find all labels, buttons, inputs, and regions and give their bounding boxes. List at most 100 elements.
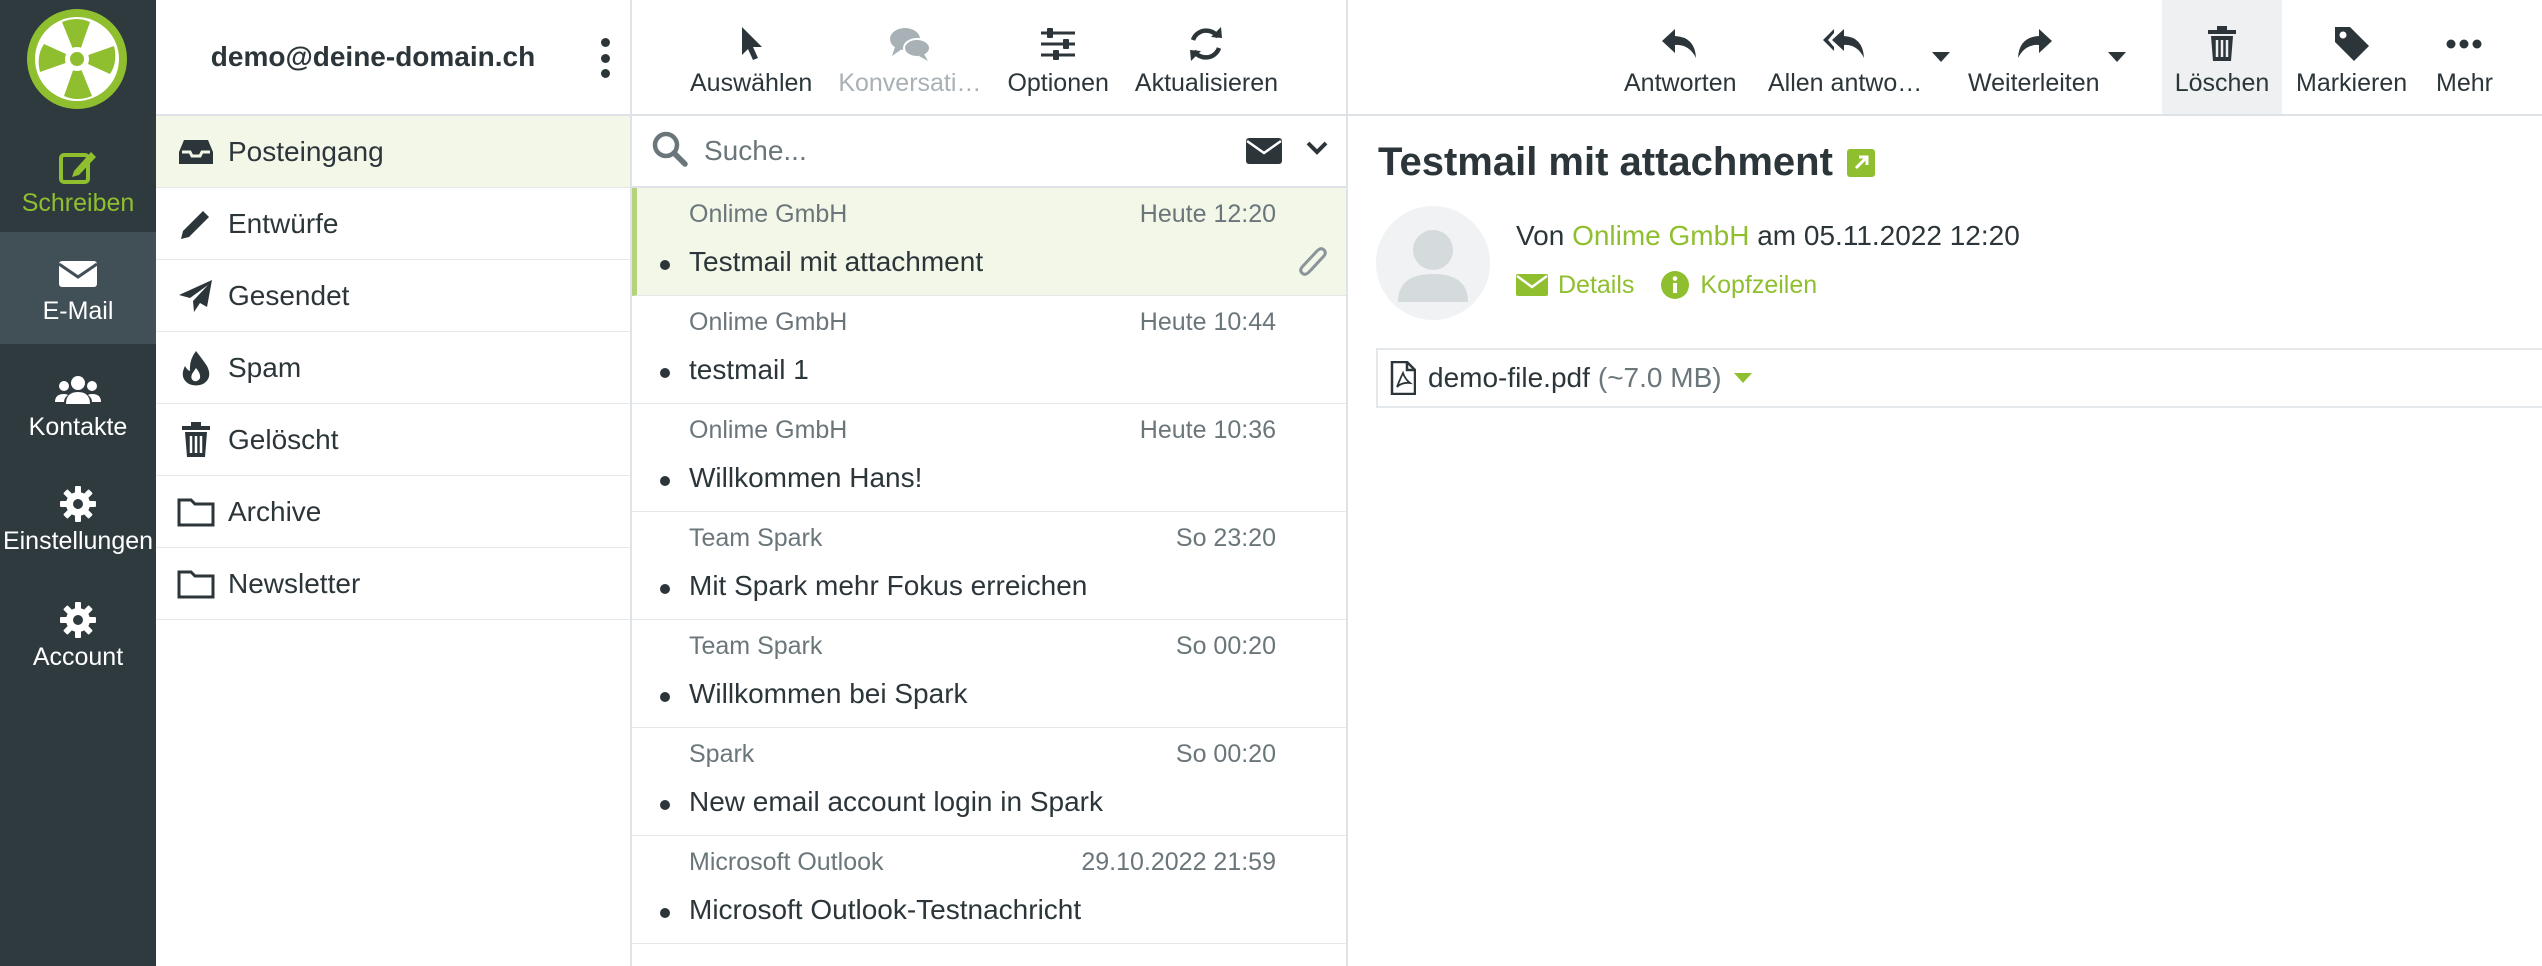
message-subject: Willkommen Hans!: [689, 462, 923, 493]
headers-link[interactable]: Kopfzeilen: [1660, 270, 1817, 300]
message-sender: Onlime GmbH: [689, 308, 848, 336]
external-link-icon[interactable]: [1846, 148, 1875, 177]
folder-newsletter[interactable]: Newsletter: [156, 548, 630, 620]
nav-settings[interactable]: Einstellungen: [0, 462, 156, 574]
message-row[interactable]: Team Spark So 23:20 Mit Spark mehr Fokus…: [632, 512, 1346, 620]
folder-label: Newsletter: [228, 567, 361, 599]
reply-all-button[interactable]: Allen antwo…: [1768, 0, 1922, 114]
attachment-dropdown-icon[interactable]: [1733, 373, 1752, 383]
users-icon: [55, 367, 101, 413]
folder-drafts[interactable]: Entwürfe: [156, 188, 630, 260]
message-row[interactable]: Spark So 00:20 New email account login i…: [632, 728, 1346, 836]
envelope-icon: [1516, 274, 1548, 296]
message-subject: testmail 1: [689, 354, 809, 385]
message-row[interactable]: Onlime GmbH Heute 12:20 Testmail mit att…: [632, 188, 1346, 296]
attachment-name: demo-file.pdf: [1428, 362, 1590, 393]
nav-label-account: Account: [32, 642, 124, 671]
list-toolbar: Auswählen Konversati… Optionen Aktualisi…: [632, 0, 1346, 116]
account-email: demo@deine-domain.ch: [210, 41, 536, 72]
info-icon: [1660, 270, 1690, 300]
folder-inbox[interactable]: Posteingang: [156, 116, 630, 188]
search-icon[interactable]: [652, 131, 688, 172]
message-subject: New email account login in Spark: [689, 786, 1103, 817]
folder-label: Gelöscht: [228, 423, 339, 455]
inbox-icon: [176, 132, 216, 172]
pencil-icon: [176, 204, 216, 244]
attachment-item[interactable]: demo-file.pdf (~7.0 MB): [1376, 348, 2542, 408]
more-dots-icon: [2446, 19, 2482, 69]
sender-line: Von Onlime GmbH am 05.11.2022 12:20: [1516, 220, 2020, 252]
nav-mail[interactable]: E-Mail: [0, 232, 156, 344]
message-sender: Team Spark: [689, 632, 823, 660]
message-date: So 23:20: [1175, 524, 1276, 552]
reply-all-icon: [1823, 19, 1867, 69]
sliders-icon: [1039, 19, 1077, 69]
delete-button[interactable]: Löschen: [2162, 0, 2282, 114]
forward-label: Weiterleiten: [1968, 69, 2100, 97]
header-links: Details Kopfzeilen: [1516, 270, 1843, 300]
message-subject: Microsoft Outlook-Testnachricht: [689, 894, 1082, 925]
folder-trash[interactable]: Gelöscht: [156, 404, 630, 476]
folder-sent[interactable]: Gesendet: [156, 260, 630, 332]
account-header: demo@deine-domain.ch: [156, 0, 630, 116]
reply-all-dropdown-icon[interactable]: [1932, 52, 1950, 62]
message-row[interactable]: Onlime GmbH Heute 10:36 Willkommen Hans!: [632, 404, 1346, 512]
refresh-icon: [1187, 19, 1225, 69]
message-date: So 00:20: [1175, 740, 1276, 768]
compose-icon: [58, 143, 98, 189]
unread-dot: [660, 260, 670, 270]
nav-compose[interactable]: Schreiben: [0, 124, 156, 236]
options-button[interactable]: Optionen: [1007, 19, 1109, 98]
refresh-button[interactable]: Aktualisieren: [1135, 19, 1278, 98]
message-row[interactable]: Onlime GmbH Heute 10:44 testmail 1: [632, 296, 1346, 404]
message-toolbar: Antworten Allen antwo… Weiterleiten Lösc…: [1348, 0, 2542, 116]
app-nav: Schreiben E-Mail Kontakte Einstellungen …: [0, 0, 156, 966]
search-input[interactable]: [704, 135, 1204, 167]
folder-label: Spam: [228, 351, 302, 383]
unread-dot: [660, 476, 670, 486]
nav-account[interactable]: Account: [0, 578, 156, 690]
message-title-text: Testmail mit attachment: [1378, 140, 1833, 184]
paper-plane-icon: [176, 276, 216, 316]
reply-label: Antworten: [1624, 69, 1737, 97]
reply-all-label: Allen antwo…: [1768, 69, 1923, 97]
reading-pane: Antworten Allen antwo… Weiterleiten Lösc…: [1348, 0, 2542, 966]
unread-dot: [660, 692, 670, 702]
nav-contacts[interactable]: Kontakte: [0, 348, 156, 460]
folder-archive[interactable]: Archive: [156, 476, 630, 548]
message-subject: Willkommen bei Spark: [689, 678, 968, 709]
message-date: Heute 10:36: [1139, 416, 1276, 444]
cursor-icon: [736, 19, 766, 69]
message-row[interactable]: Team Spark So 00:20 Willkommen bei Spark: [632, 620, 1346, 728]
mark-label: Markieren: [2296, 69, 2408, 97]
mark-button[interactable]: Markieren: [2296, 0, 2407, 114]
details-link[interactable]: Details: [1516, 271, 1634, 300]
unread-dot: [660, 368, 670, 378]
folder-spam[interactable]: Spam: [156, 332, 630, 404]
message-sender: Onlime GmbH: [689, 416, 848, 444]
folder-label: Entwürfe: [228, 207, 339, 239]
more-button[interactable]: Mehr: [2436, 0, 2493, 114]
nav-label-compose: Schreiben: [21, 188, 135, 217]
reply-button[interactable]: Antworten: [1624, 0, 1737, 114]
forward-button[interactable]: Weiterleiten: [1968, 0, 2100, 114]
envelope-icon[interactable]: [1246, 138, 1282, 169]
message-list-panel: Auswählen Konversati… Optionen Aktualisi…: [632, 0, 1348, 966]
select-button[interactable]: Auswählen: [690, 19, 812, 98]
kebab-menu-icon[interactable]: [598, 38, 612, 78]
sender-link[interactable]: Onlime GmbH: [1572, 220, 1749, 251]
message-sender: Microsoft Outlook: [689, 848, 884, 876]
message-row[interactable]: Microsoft Outlook 29.10.2022 21:59 Micro…: [632, 836, 1346, 944]
trash-icon: [2207, 19, 2237, 69]
app-logo[interactable]: [22, 8, 132, 110]
nav-label-settings: Einstellungen: [2, 526, 154, 555]
message-subject: Mit Spark mehr Fokus erreichen: [689, 570, 1088, 601]
envelope-icon: [58, 251, 98, 297]
threads-button[interactable]: Konversati…: [838, 19, 981, 98]
from-prefix: Von: [1516, 220, 1565, 251]
chevron-down-icon[interactable]: [1306, 140, 1328, 161]
paperclip-icon: [1296, 244, 1330, 287]
forward-dropdown-icon[interactable]: [2108, 52, 2126, 62]
options-label: Optionen: [1007, 69, 1109, 97]
refresh-label: Aktualisieren: [1134, 69, 1279, 97]
